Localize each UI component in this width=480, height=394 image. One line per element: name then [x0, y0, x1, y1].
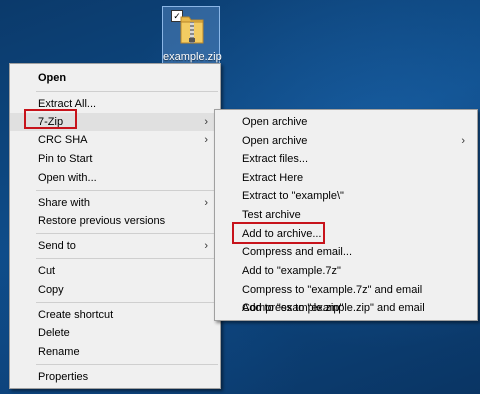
menu-separator: [36, 91, 218, 92]
menu-item-share-with[interactable]: Share with ›: [10, 194, 220, 212]
menu-item-cut[interactable]: Cut: [10, 262, 220, 280]
chevron-right-icon: ›: [204, 240, 208, 252]
chevron-right-icon: ›: [461, 135, 465, 147]
menu-separator: [36, 364, 218, 365]
menu-item-restore-previous-versions[interactable]: Restore previous versions: [10, 212, 220, 230]
menu-item-create-shortcut[interactable]: Create shortcut: [10, 306, 220, 324]
menu-item-share-with-label: Share with: [38, 197, 90, 209]
menu-separator: [36, 302, 218, 303]
chevron-right-icon: ›: [204, 116, 208, 128]
menu-item-send-to-label: Send to: [38, 240, 76, 252]
zip-folder-icon: [180, 16, 204, 44]
submenu-item-open-archive-more-label: Open archive: [242, 135, 308, 147]
menu-item-delete[interactable]: Delete: [10, 324, 220, 342]
submenu-item-compress-and-email[interactable]: Compress and email...: [215, 243, 477, 261]
chevron-right-icon: ›: [204, 134, 208, 146]
menu-item-rename[interactable]: Rename: [10, 343, 220, 361]
menu-item-7zip-label: 7-Zip: [38, 116, 64, 128]
menu-item-properties[interactable]: Properties: [10, 368, 220, 386]
menu-item-crc-sha-label: CRC SHA: [38, 134, 88, 146]
menu-separator: [36, 190, 218, 191]
submenu-item-extract-files[interactable]: Extract files...: [215, 150, 477, 168]
submenu-item-open-archive[interactable]: Open archive: [215, 113, 477, 131]
menu-item-send-to[interactable]: Send to ›: [10, 237, 220, 255]
menu-item-7zip[interactable]: 7-Zip ›: [10, 113, 220, 131]
submenu-item-add-to-archive[interactable]: Add to archive...: [215, 225, 477, 243]
chevron-right-icon: ›: [204, 197, 208, 209]
submenu-item-open-archive-more[interactable]: Open archive ›: [215, 132, 477, 150]
menu-item-crc-sha[interactable]: CRC SHA ›: [10, 131, 220, 149]
menu-separator: [36, 233, 218, 234]
context-menu: Open Extract All... 7-Zip › CRC SHA › Pi…: [9, 63, 221, 389]
7zip-submenu: Open archive Open archive › Extract file…: [214, 109, 478, 321]
menu-item-copy[interactable]: Copy: [10, 281, 220, 299]
menu-separator: [36, 258, 218, 259]
desktop-file-icon[interactable]: ✓ example.zip: [162, 6, 222, 66]
submenu-item-extract-to[interactable]: Extract to "example\": [215, 187, 477, 205]
submenu-item-compress-zip-email[interactable]: Compress to "example.zip" and email: [215, 299, 477, 317]
submenu-item-test-archive[interactable]: Test archive: [215, 206, 477, 224]
menu-item-open[interactable]: Open: [10, 69, 220, 87]
submenu-item-extract-here[interactable]: Extract Here: [215, 169, 477, 187]
menu-item-pin-to-start[interactable]: Pin to Start: [10, 150, 220, 168]
desktop-icon-label: example.zip: [163, 51, 222, 63]
menu-item-open-with[interactable]: Open with...: [10, 169, 220, 187]
submenu-item-compress-7z-email[interactable]: Compress to "example.7z" and email: [215, 281, 477, 299]
submenu-item-add-to-7z[interactable]: Add to "example.7z": [215, 262, 477, 280]
menu-item-extract-all[interactable]: Extract All...: [10, 95, 220, 113]
